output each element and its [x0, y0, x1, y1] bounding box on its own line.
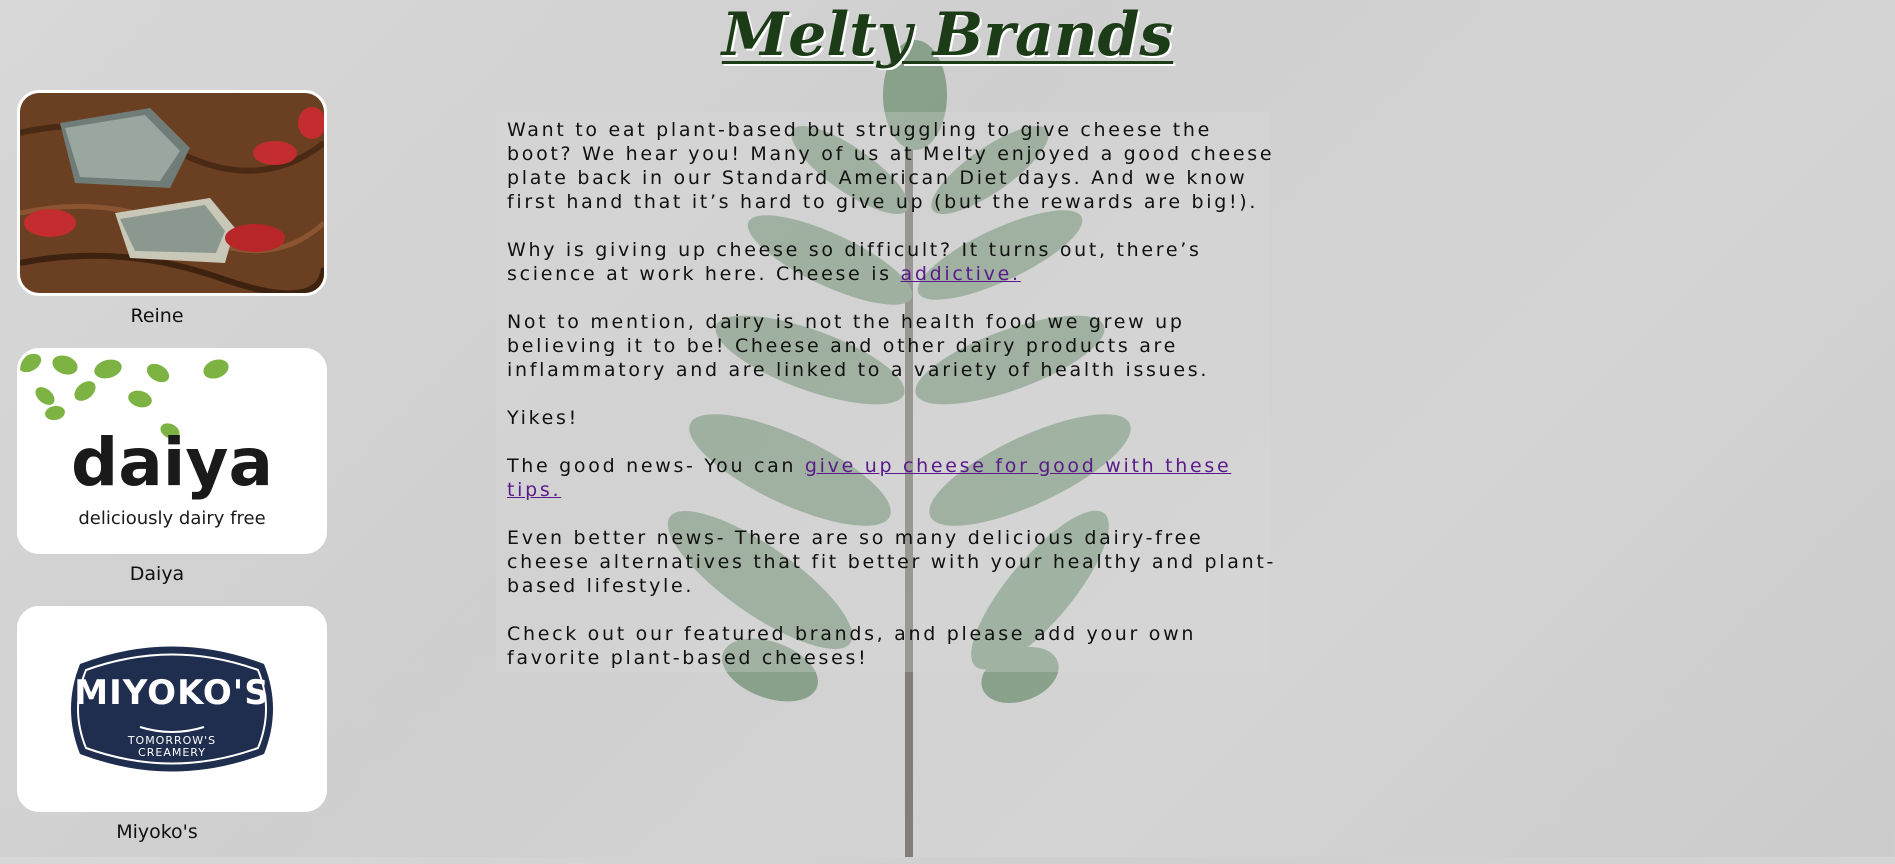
paragraph-dairy: Not to mention, dairy is not the health …: [507, 311, 1210, 381]
paragraph-why: Why is giving up cheese so difficult? It…: [507, 239, 1202, 285]
paragraph-better-news: Even better news- There are so many deli…: [507, 527, 1277, 597]
cheese-board-image: [20, 93, 324, 293]
article-text: Want to eat plant-based but struggling t…: [507, 118, 1277, 694]
miyokos-tagline-2: CREAMERY: [138, 746, 206, 759]
paragraph-good-news: The good news- You can give up cheese fo…: [507, 455, 1232, 501]
daiya-wordmark: daiya: [71, 424, 273, 501]
addictive-link[interactable]: addictive.: [901, 263, 1021, 285]
paragraph-featured: Check out our featured brands, and pleas…: [507, 623, 1197, 669]
brand-label-miyokos[interactable]: Miyoko's: [17, 821, 297, 843]
miyokos-logo-card[interactable]: MIYOKO'S TOMORROW'S CREAMERY: [17, 606, 327, 812]
brand-label-daiya[interactable]: Daiya: [17, 563, 297, 585]
daiya-logo-card[interactable]: daiya deliciously dairy free: [17, 348, 327, 554]
daiya-tagline: deliciously dairy free: [78, 508, 266, 529]
brand-item-reine[interactable]: Reine: [17, 90, 329, 348]
brand-label-reine[interactable]: Reine: [17, 305, 297, 327]
miyokos-wordmark: MIYOKO'S: [74, 673, 270, 713]
brand-item-miyokos[interactable]: MIYOKO'S TOMORROW'S CREAMERY Miyoko's: [17, 606, 329, 864]
paragraph-yikes: Yikes!: [507, 407, 579, 429]
paragraph-intro: Want to eat plant-based but struggling t…: [507, 119, 1275, 213]
brand-list: Reine daiya deliciously dairy free Daiya…: [17, 90, 329, 864]
brand-item-daiya[interactable]: daiya deliciously dairy free Daiya: [17, 348, 329, 606]
reine-image[interactable]: [17, 90, 327, 296]
page-title: Melty Brands: [721, 0, 1174, 70]
